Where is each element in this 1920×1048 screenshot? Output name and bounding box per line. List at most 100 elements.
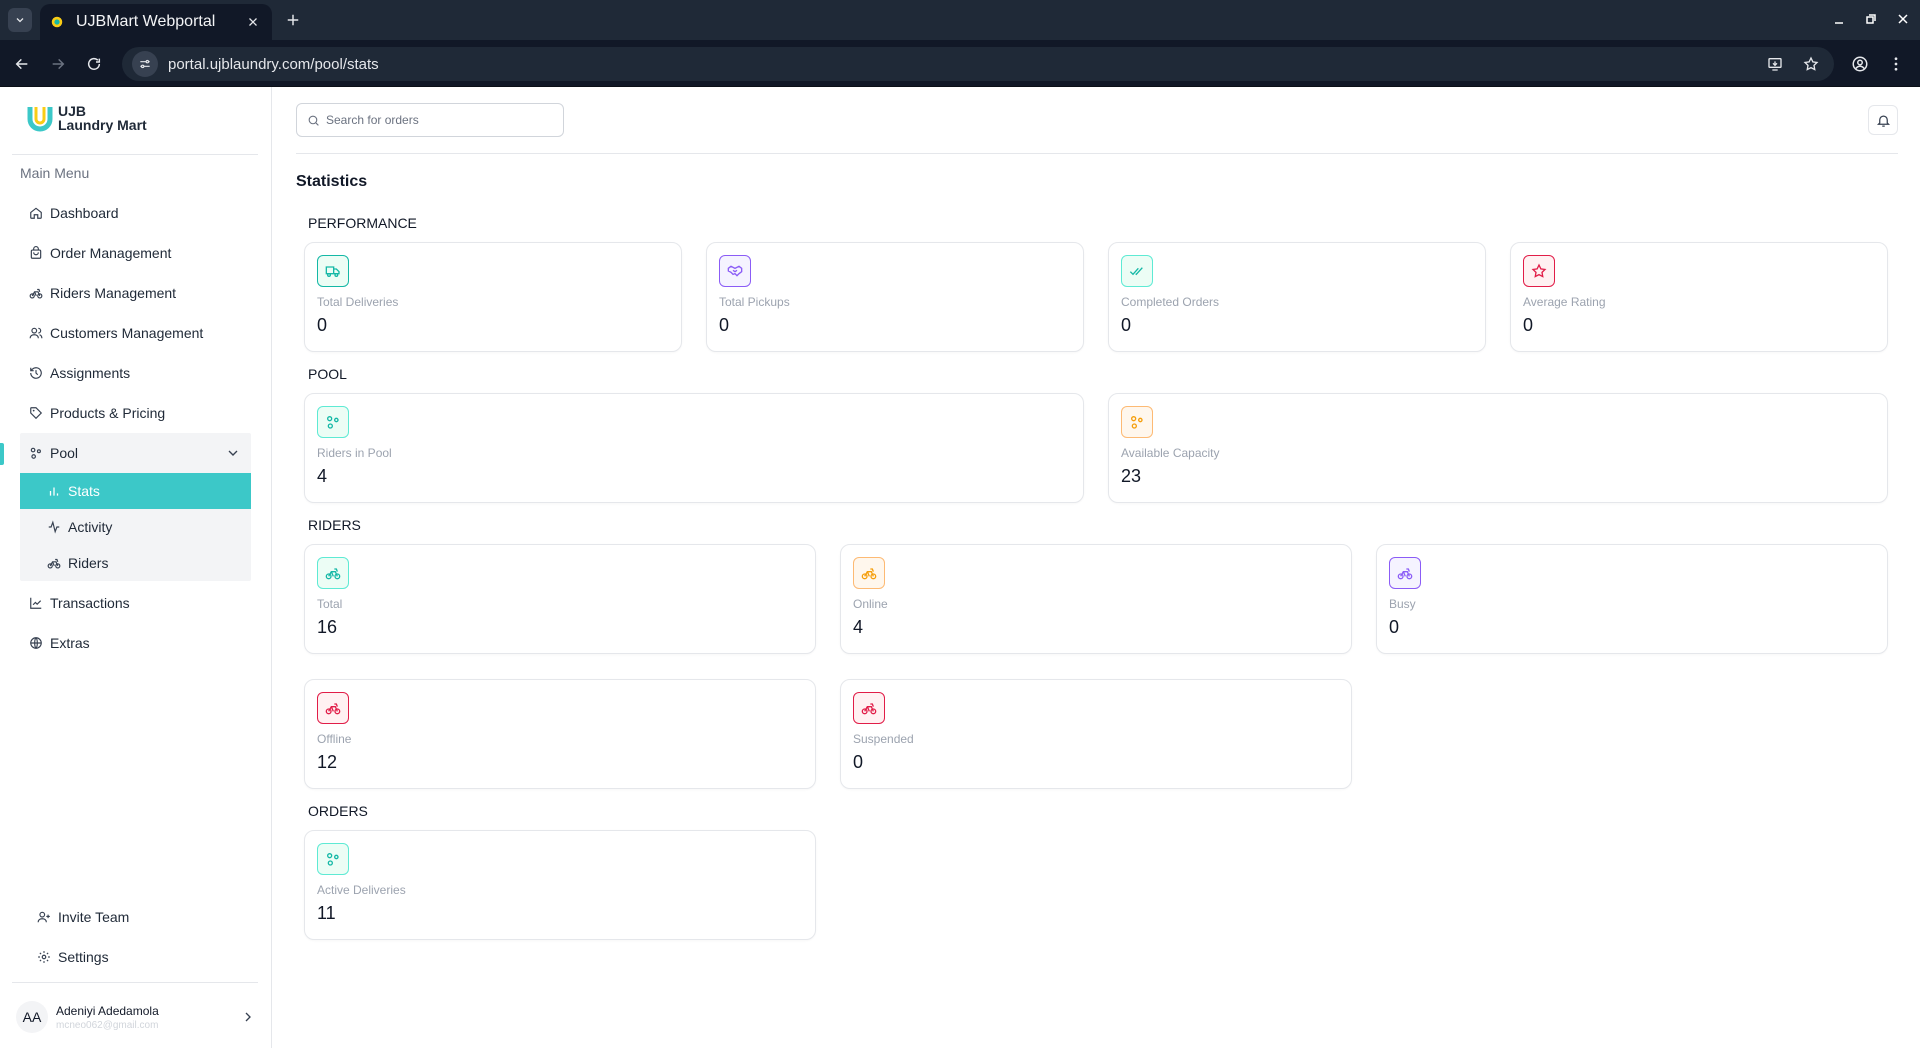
stat-label: Available Capacity	[1121, 446, 1220, 460]
sidebar-item-label: Pool	[50, 445, 79, 461]
profile-icon[interactable]	[1848, 52, 1872, 76]
active-section-marker	[0, 443, 4, 465]
sidebar-item-products-pricing[interactable]: Products & Pricing	[20, 393, 251, 433]
stat-label: Total Deliveries	[317, 295, 399, 309]
sidebar-subitem-riders[interactable]: Riders	[20, 545, 251, 581]
stat-value: 0	[719, 315, 730, 335]
minimize-icon[interactable]	[1830, 10, 1848, 28]
truck-icon	[317, 255, 349, 287]
sidebar: UJB Laundry Mart Main Menu Dashboard Ord…	[0, 87, 272, 1048]
stat-value: 0	[317, 315, 328, 335]
sidebar-item-pool[interactable]: Pool	[20, 433, 251, 473]
brand-logo[interactable]: UJB Laundry Mart	[26, 103, 147, 133]
stat-card-riders-total: Total 16	[304, 544, 816, 654]
install-app-icon[interactable]	[1764, 53, 1786, 75]
forward-arrow-icon[interactable]	[46, 52, 70, 76]
avatar: AA	[16, 1001, 48, 1033]
url-text: portal.ujblaundry.com/pool/stats	[168, 55, 379, 73]
tag-icon	[28, 405, 44, 421]
chevron-down-icon[interactable]	[225, 445, 241, 461]
settings-button[interactable]: Settings	[28, 937, 248, 977]
search-box[interactable]	[296, 103, 564, 137]
user-email: mcneo062@gmail.com	[56, 1019, 159, 1031]
stat-value: 0	[1389, 617, 1400, 637]
stat-card-total-deliveries: Total Deliveries 0	[304, 242, 682, 352]
sidebar-item-extras[interactable]: Extras	[20, 623, 251, 663]
sidebar-item-label: Order Management	[50, 245, 172, 261]
stat-label: Total Pickups	[719, 295, 790, 309]
pool-icon	[317, 406, 349, 438]
sidebar-item-customers-management[interactable]: Customers Management	[20, 313, 251, 353]
stat-value: 4	[853, 617, 864, 637]
user-name: Adeniyi Adedamola	[56, 1003, 159, 1018]
activity-icon	[46, 519, 62, 535]
line-chart-icon	[28, 595, 44, 611]
browser-toolbar: portal.ujblaundry.com/pool/stats	[0, 40, 1920, 87]
section-label-riders: RIDERS	[308, 517, 361, 533]
check-check-icon	[1121, 255, 1153, 287]
chevron-right-icon[interactable]	[240, 1009, 256, 1025]
sidebar-item-assignments[interactable]: Assignments	[20, 353, 251, 393]
restore-icon[interactable]	[1862, 10, 1880, 28]
tab-search-button[interactable]	[8, 8, 32, 32]
sidebar-item-label: Riders Management	[50, 285, 177, 301]
invite-team-button[interactable]: Invite Team	[28, 897, 248, 937]
sidebar-item-order-management[interactable]: Order Management	[20, 233, 251, 273]
browser-tab[interactable]: UJBMart Webportal	[40, 4, 272, 40]
reload-icon[interactable]	[82, 52, 106, 76]
stat-card-total-pickups: Total Pickups 0	[706, 242, 1084, 352]
bookmark-star-icon[interactable]	[1800, 53, 1822, 75]
sidebar-item-transactions[interactable]: Transactions	[20, 583, 251, 623]
sidebar-subitem-label: Riders	[68, 555, 109, 571]
stat-value: 0	[1121, 315, 1132, 335]
new-tab-icon[interactable]	[282, 9, 304, 31]
bike-icon	[853, 692, 885, 724]
user-plus-icon	[36, 909, 52, 925]
stat-label: Active Deliveries	[317, 883, 406, 897]
browser-tab-strip: UJBMart Webportal	[0, 0, 1920, 40]
bike-icon	[317, 692, 349, 724]
sidebar-item-dashboard[interactable]: Dashboard	[20, 193, 251, 233]
users-icon	[28, 325, 44, 341]
stat-card-riders-in-pool: Riders in Pool 4	[304, 393, 1084, 503]
stat-label: Riders in Pool	[317, 446, 392, 460]
tab-close-icon[interactable]	[244, 13, 262, 31]
stat-label: Average Rating	[1523, 295, 1606, 309]
stat-label: Offline	[317, 732, 352, 746]
logo-mark-icon	[27, 107, 53, 132]
star-icon	[1523, 255, 1555, 287]
sidebar-item-label: Customers Management	[50, 325, 204, 341]
stat-value: 0	[1523, 315, 1534, 335]
sidebar-subitem-label: Activity	[68, 519, 113, 535]
sidebar-subitem-stats[interactable]: Stats	[20, 473, 251, 509]
window-controls	[1830, 10, 1912, 28]
sidebar-item-label: Transactions	[50, 595, 130, 611]
close-window-icon[interactable]	[1894, 10, 1912, 28]
notifications-button[interactable]	[1868, 105, 1898, 135]
sidebar-subitem-activity[interactable]: Activity	[20, 509, 251, 545]
stat-card-riders-suspended: Suspended 0	[840, 679, 1352, 789]
search-input[interactable]	[326, 113, 546, 127]
stat-value: 11	[317, 903, 336, 923]
site-settings-icon[interactable]	[132, 51, 158, 77]
sidebar-divider	[12, 982, 258, 983]
sidebar-item-riders-management[interactable]: Riders Management	[20, 273, 251, 313]
bottom-menu: Invite Team Settings	[28, 897, 248, 977]
back-arrow-icon[interactable]	[10, 52, 34, 76]
stat-value: 23	[1121, 466, 1142, 486]
bike-icon	[853, 557, 885, 589]
settings-label: Settings	[58, 949, 109, 965]
stat-card-riders-online: Online 4	[840, 544, 1352, 654]
section-label-pool: POOL	[308, 366, 347, 382]
pool-icon	[28, 445, 44, 461]
bike-icon	[317, 557, 349, 589]
stat-value: 4	[317, 466, 328, 486]
user-profile[interactable]: AA Adeniyi Adedamola mcneo062@gmail.com	[16, 999, 256, 1035]
stat-card-average-rating: Average Rating 0	[1510, 242, 1888, 352]
sidebar-item-label: Products & Pricing	[50, 405, 166, 421]
stat-label: Busy	[1389, 597, 1416, 611]
browser-menu-icon[interactable]	[1884, 52, 1908, 76]
address-bar[interactable]: portal.ujblaundry.com/pool/stats	[122, 47, 1834, 81]
sidebar-item-label: Assignments	[50, 365, 131, 381]
bike-icon	[46, 555, 62, 571]
